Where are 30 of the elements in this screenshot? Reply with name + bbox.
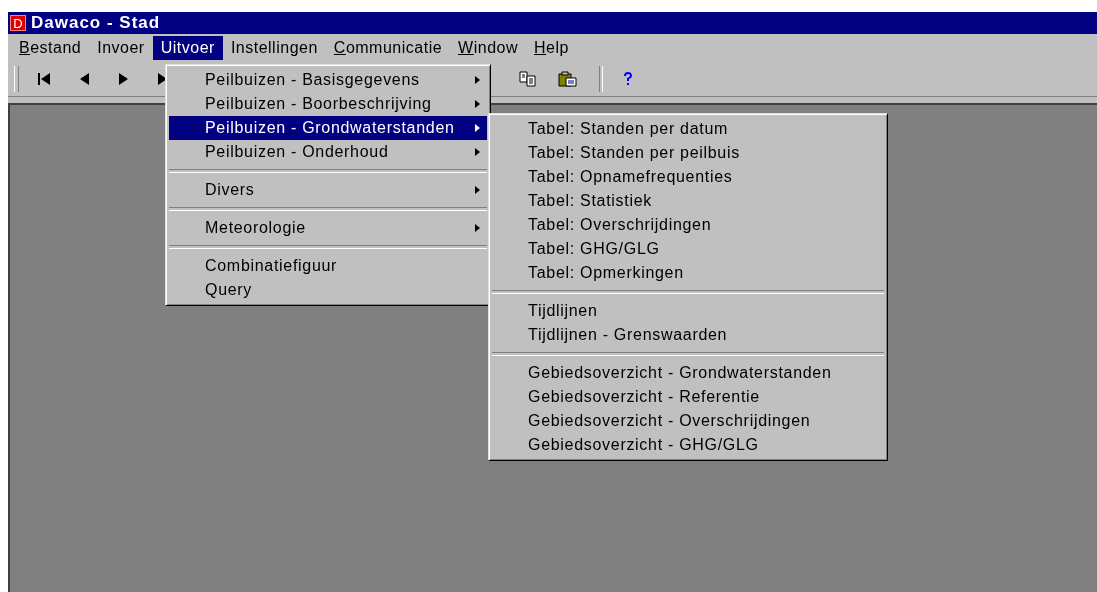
menu-item[interactable]: Peilbuizen - Onderhoud: [169, 140, 487, 164]
menu-item[interactable]: Tabel: Standen per datum: [492, 117, 884, 141]
window-title: Dawaco - Stad: [31, 13, 161, 33]
menu-item[interactable]: Tabel: GHG/GLG: [492, 237, 884, 261]
menu-bar-item[interactable]: Communicatie: [325, 36, 451, 60]
app-icon[interactable]: D: [10, 15, 26, 31]
menu-item[interactable]: Tijdlijnen: [492, 299, 884, 323]
menu-bar-item[interactable]: Window: [450, 36, 526, 60]
menu-item[interactable]: Tabel: Overschrijdingen: [492, 213, 884, 237]
menu-item[interactable]: Peilbuizen - Boorbeschrijving: [169, 92, 487, 116]
menu-bar-item[interactable]: Instellingen: [222, 36, 326, 60]
menu-item[interactable]: Meteorologie: [169, 216, 487, 240]
menu-item[interactable]: Peilbuizen - Basisgegevens: [169, 68, 487, 92]
menu-item[interactable]: Combinatiefiguur: [169, 254, 487, 278]
menu-item[interactable]: Tabel: Opmerkingen: [492, 261, 884, 285]
menu-item[interactable]: Tabel: Standen per peilbuis: [492, 141, 884, 165]
menu-bar-item[interactable]: Bestand: [11, 36, 90, 60]
menu-item[interactable]: Tabel: Statistiek: [492, 189, 884, 213]
menu-bar-item[interactable]: Invoer: [89, 36, 153, 60]
menu-item[interactable]: Gebiedsoverzicht - GHG/GLG: [492, 433, 884, 457]
menu-item[interactable]: Gebiedsoverzicht - Overschrijdingen: [492, 409, 884, 433]
menu-item[interactable]: Tijdlijnen - Grenswaarden: [492, 323, 884, 347]
menu-bar-item[interactable]: Help: [526, 36, 577, 60]
menu-item[interactable]: Gebiedsoverzicht - Referentie: [492, 385, 884, 409]
menu-item[interactable]: Tabel: Opnamefrequenties: [492, 165, 884, 189]
menu-bar-item[interactable]: Uitvoer: [152, 36, 223, 60]
menu-item[interactable]: Query: [169, 278, 487, 302]
menu-item[interactable]: Divers: [169, 178, 487, 202]
menu-item[interactable]: Peilbuizen - Grondwaterstanden: [169, 116, 487, 140]
menu-item[interactable]: Gebiedsoverzicht - Grondwaterstanden: [492, 361, 884, 385]
